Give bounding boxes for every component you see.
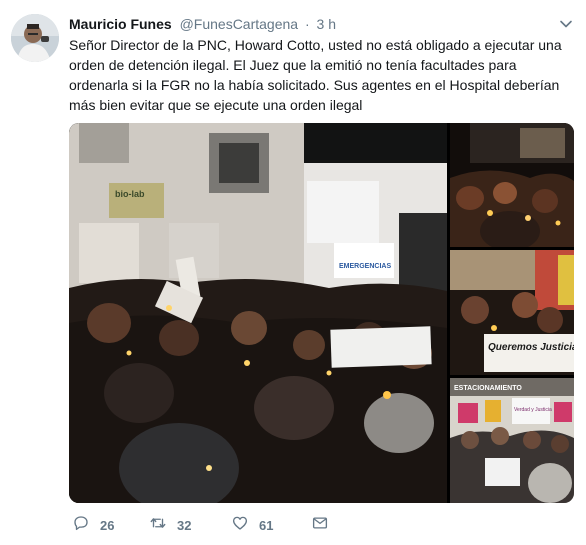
like-count: 61 (259, 517, 274, 533)
tweet-actions: 26 32 61 (69, 515, 369, 535)
sign-biolab: bio-lab (115, 189, 145, 199)
chevron-down-icon[interactable] (559, 17, 573, 31)
photo-parking-protest[interactable]: ESTACIONAMIENTO Verdad y Justicia (450, 378, 574, 503)
like-button[interactable]: 61 (231, 515, 273, 535)
retweet-count: 32 (177, 517, 192, 533)
photo-crowd-candles[interactable] (450, 123, 574, 247)
banner-text: Queremos Justicia a los arbitrarios (488, 342, 574, 353)
author-handle[interactable]: @FunesCartagena (180, 16, 299, 32)
sign-verdad-justicia: Verdad y Justicia (514, 407, 552, 413)
retweet-button[interactable]: 32 (149, 515, 191, 535)
separator-dot: · (304, 16, 310, 32)
timestamp[interactable]: 3 h (317, 16, 336, 32)
tweet[interactable]: Mauricio Funes @FunesCartagena · 3 h Señ… (0, 0, 586, 545)
tweet-header: Mauricio Funes @FunesCartagena · 3 h (69, 15, 556, 35)
heart-icon (231, 514, 249, 537)
envelope-icon (311, 514, 329, 537)
tweet-text: Señor Director de la PNC, Howard Cotto, … (69, 37, 562, 113)
avatar[interactable] (11, 14, 59, 62)
sign-emergencias: EMERGENCIAS (339, 263, 391, 270)
photo-justicia-banner[interactable]: Queremos Justicia a los arbitrarios (450, 250, 574, 375)
author-name[interactable]: Mauricio Funes (69, 16, 172, 32)
reply-count: 26 (100, 517, 115, 533)
sign-estacionamiento: ESTACIONAMIENTO (454, 385, 522, 392)
tweet-media-grid: bio-lab EMERGENCIAS Queremos Justicia ES… (69, 123, 574, 503)
photo-vigil-hospital[interactable]: bio-lab EMERGENCIAS (69, 123, 447, 503)
direct-message-button[interactable] (311, 515, 329, 535)
reply-button[interactable]: 26 (72, 515, 114, 535)
svg-text:Queremos Justicia a los arbitr: Queremos Justicia a los arbitrarios (488, 342, 574, 353)
retweet-icon (149, 514, 167, 537)
reply-icon (72, 514, 90, 537)
